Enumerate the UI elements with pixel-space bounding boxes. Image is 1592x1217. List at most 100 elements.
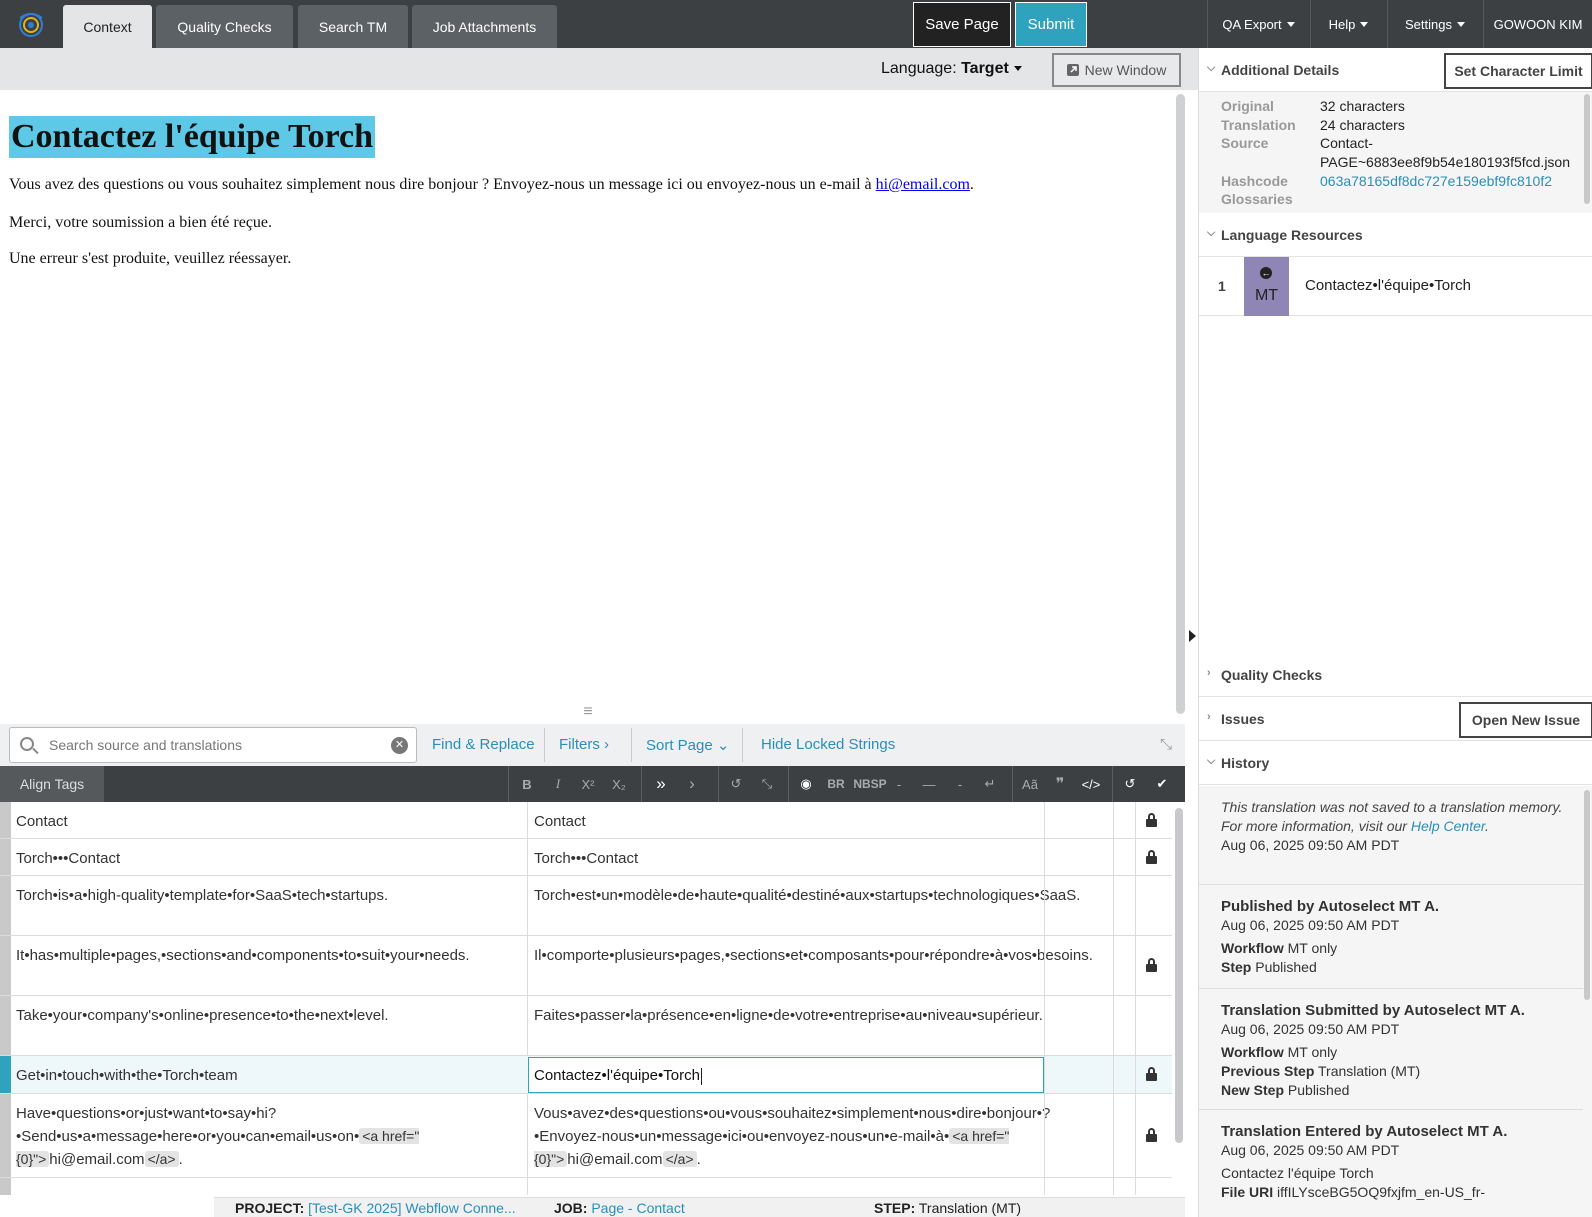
divider: [1113, 936, 1114, 996]
preview-paragraph-2[interactable]: Merci, votre soumission a bien été reçue…: [9, 214, 272, 232]
superscript-icon[interactable]: X²: [573, 766, 603, 802]
divider: [1113, 802, 1114, 839]
grid-scrollbar[interactable]: [1175, 808, 1183, 1143]
preview-paragraph-3[interactable]: Une erreur s'est produite, veuillez rées…: [9, 250, 291, 268]
preview-email-link[interactable]: hi@email.com: [876, 176, 970, 193]
sort-page-button[interactable]: Sort Page ⌄: [646, 736, 729, 754]
preview-paragraph-1[interactable]: Vous avez des questions ou vous souhaite…: [9, 176, 974, 194]
undo-icon[interactable]: ↺: [721, 766, 751, 802]
history-field-value: Translation (MT): [1318, 1063, 1421, 1079]
search-placeholder: Search source and translations: [49, 737, 242, 753]
collapse-panel-icon[interactable]: [1189, 630, 1196, 642]
hyphen-icon[interactable]: -: [884, 766, 914, 802]
project-link[interactable]: [Test-GK 2025] Webflow Conne...: [308, 1200, 516, 1216]
submit-button[interactable]: Submit: [1015, 2, 1087, 47]
arrow-left-circle-icon[interactable]: ←: [1260, 267, 1272, 279]
tab-search-tm[interactable]: Search TM: [298, 5, 408, 48]
line-break-icon[interactable]: ↵: [975, 766, 1005, 802]
divider: [1135, 936, 1136, 996]
qa-export-label: QA Export: [1222, 16, 1282, 32]
divider: [1135, 1056, 1136, 1094]
language-selector[interactable]: Language: Target: [881, 60, 1022, 78]
editor-toolbar: Align Tags B I X² X₂ » › ↺ ⤡ ◉ BR NBSP -…: [0, 766, 1185, 802]
search-input[interactable]: Search source and translations ✕: [9, 727, 417, 763]
source-cell: Torch•••Contact: [16, 850, 121, 867]
source-text: Have•questions•or•just•want•to•say•hi?•S…: [16, 1105, 360, 1145]
globe-icon[interactable]: ◉: [791, 766, 821, 802]
table-row[interactable]: Contact Contact: [0, 802, 1172, 839]
qa-export-menu[interactable]: QA Export: [1207, 0, 1309, 48]
quality-checks-header[interactable]: › Quality Checks: [1199, 653, 1592, 697]
tag-close[interactable]: </a>: [662, 1151, 697, 1167]
nbsp-icon[interactable]: NBSP: [852, 766, 888, 802]
tab-quality-checks[interactable]: Quality Checks: [156, 5, 293, 48]
tab-context[interactable]: Context: [63, 5, 152, 48]
align-tags-button[interactable]: Align Tags: [0, 766, 104, 802]
language-resource-item[interactable]: 1 ← MT Contactez•l'équipe•Torch: [1199, 257, 1592, 316]
filters-button[interactable]: Filters ›: [559, 736, 609, 753]
help-label: Help: [1328, 16, 1356, 32]
app-logo-icon[interactable]: [14, 8, 48, 40]
subscript-icon[interactable]: X₂: [604, 766, 634, 802]
code-icon[interactable]: </>: [1076, 766, 1106, 802]
set-character-limit-button[interactable]: Set Character Limit: [1444, 53, 1592, 89]
additional-details-header[interactable]: ⌵ Additional Details Set Character Limit: [1199, 48, 1592, 92]
divider: [527, 876, 528, 936]
italic-icon[interactable]: I: [543, 766, 573, 802]
revert-icon[interactable]: ↺: [1115, 766, 1145, 802]
change-case-icon[interactable]: Aã: [1015, 766, 1045, 802]
quote-icon[interactable]: ❞: [1045, 766, 1075, 802]
user-menu[interactable]: GOWOON KIM: [1483, 0, 1592, 48]
resize-handle-icon[interactable]: ≡: [573, 704, 603, 721]
bold-icon[interactable]: B: [512, 766, 542, 802]
search-toolbar: Search source and translations ✕ Find & …: [0, 724, 1185, 766]
hashcode-link[interactable]: 063a78165df8dc727e159ebf9fc810f2: [1320, 173, 1552, 189]
hide-locked-strings-button[interactable]: Hide Locked Strings: [761, 736, 895, 753]
lock-icon: [1146, 813, 1157, 827]
language-resources-header[interactable]: ⌵ Language Resources: [1199, 213, 1592, 257]
table-row[interactable]: Torch•is•a•high-quality•template•for•Saa…: [0, 876, 1172, 936]
divider: [1044, 996, 1045, 1056]
next-tag-double-icon[interactable]: »: [646, 766, 676, 802]
target-cell[interactable]: Faites•passer•la•présence•en•ligne•de•vo…: [534, 1004, 1043, 1027]
preview-heading[interactable]: Contactez l'équipe Torch: [9, 116, 376, 158]
table-row[interactable]: [0, 1178, 1172, 1195]
br-icon[interactable]: BR: [821, 766, 851, 802]
target-cell[interactable]: Vous•avez•des•questions•ou•vous•souhaite…: [534, 1102, 1050, 1171]
table-row-active[interactable]: Get•in•touch•with•the•Torch•team Contact…: [0, 1056, 1172, 1094]
issues-header[interactable]: › Issues Open New Issue: [1199, 697, 1592, 741]
preview-scrollbar[interactable]: [1176, 94, 1185, 714]
open-new-issue-button[interactable]: Open New Issue: [1459, 702, 1592, 738]
clear-format-icon[interactable]: ⤡: [752, 766, 782, 802]
divider: [1135, 839, 1136, 876]
table-row[interactable]: Take•your•company's•online•presence•to•t…: [0, 996, 1172, 1056]
history-scrollbar[interactable]: [1584, 790, 1590, 1000]
source-label: Source: [1221, 135, 1269, 151]
clear-search-icon[interactable]: ✕: [391, 737, 408, 754]
job-link[interactable]: Page - Contact: [591, 1200, 684, 1216]
target-cell[interactable]: Torch•est•un•modèle•de•haute•qualité•des…: [534, 884, 1080, 907]
details-scrollbar[interactable]: [1584, 94, 1590, 204]
new-window-button[interactable]: New Window: [1052, 53, 1181, 87]
target-cell[interactable]: Il•comporte•plusieurs•pages,•sections•et…: [534, 944, 1093, 967]
em-dash-icon[interactable]: —: [914, 766, 944, 802]
chevron-down-icon: [1286, 21, 1295, 27]
find-replace-button[interactable]: Find & Replace: [432, 736, 535, 753]
help-menu[interactable]: Help: [1310, 0, 1386, 48]
target-cell[interactable]: Torch•••Contact: [534, 847, 1034, 870]
confirm-icon[interactable]: ✔: [1147, 766, 1177, 802]
save-page-button[interactable]: Save Page: [913, 2, 1011, 47]
table-row[interactable]: Have•questions•or•just•want•to•say•hi?•S…: [0, 1094, 1172, 1178]
settings-menu[interactable]: Settings: [1387, 0, 1482, 48]
compress-icon[interactable]: ⤡: [1160, 736, 1172, 753]
next-tag-icon[interactable]: ›: [677, 766, 707, 802]
table-row[interactable]: Torch•••Contact Torch•••Contact: [0, 839, 1172, 876]
target-cell[interactable]: Contactez•l'équipe•Torch: [534, 1064, 1034, 1087]
en-dash-icon[interactable]: -: [945, 766, 975, 802]
history-header[interactable]: ⌵ History: [1199, 741, 1592, 785]
target-cell[interactable]: Contact: [534, 810, 1034, 833]
help-center-link[interactable]: Help Center: [1411, 818, 1485, 834]
tab-job-attachments[interactable]: Job Attachments: [412, 5, 557, 48]
tag-close[interactable]: </a>: [144, 1151, 179, 1167]
table-row[interactable]: It•has•multiple•pages,•sections•and•comp…: [0, 936, 1172, 996]
